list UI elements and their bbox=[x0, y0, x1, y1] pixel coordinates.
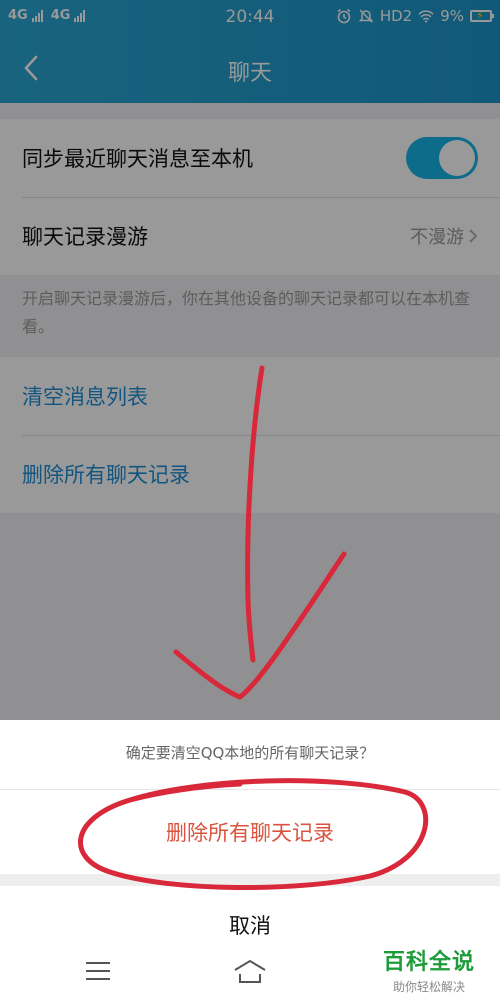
watermark-subtitle: 助你轻松解决 bbox=[392, 980, 465, 994]
delete-all-confirm-button[interactable]: 删除所有聊天记录 bbox=[0, 790, 500, 874]
watermark-title: 百科全说 bbox=[382, 950, 475, 975]
action-sheet-separator bbox=[0, 874, 500, 886]
watermark-logo: 百科全说 助你轻松解决 bbox=[374, 944, 484, 995]
modal-overlay[interactable] bbox=[0, 0, 500, 720]
home-icon[interactable] bbox=[232, 958, 268, 984]
menu-icon[interactable] bbox=[84, 960, 112, 982]
action-sheet-message: 确定要清空QQ本地的所有聊天记录？ bbox=[125, 744, 375, 762]
